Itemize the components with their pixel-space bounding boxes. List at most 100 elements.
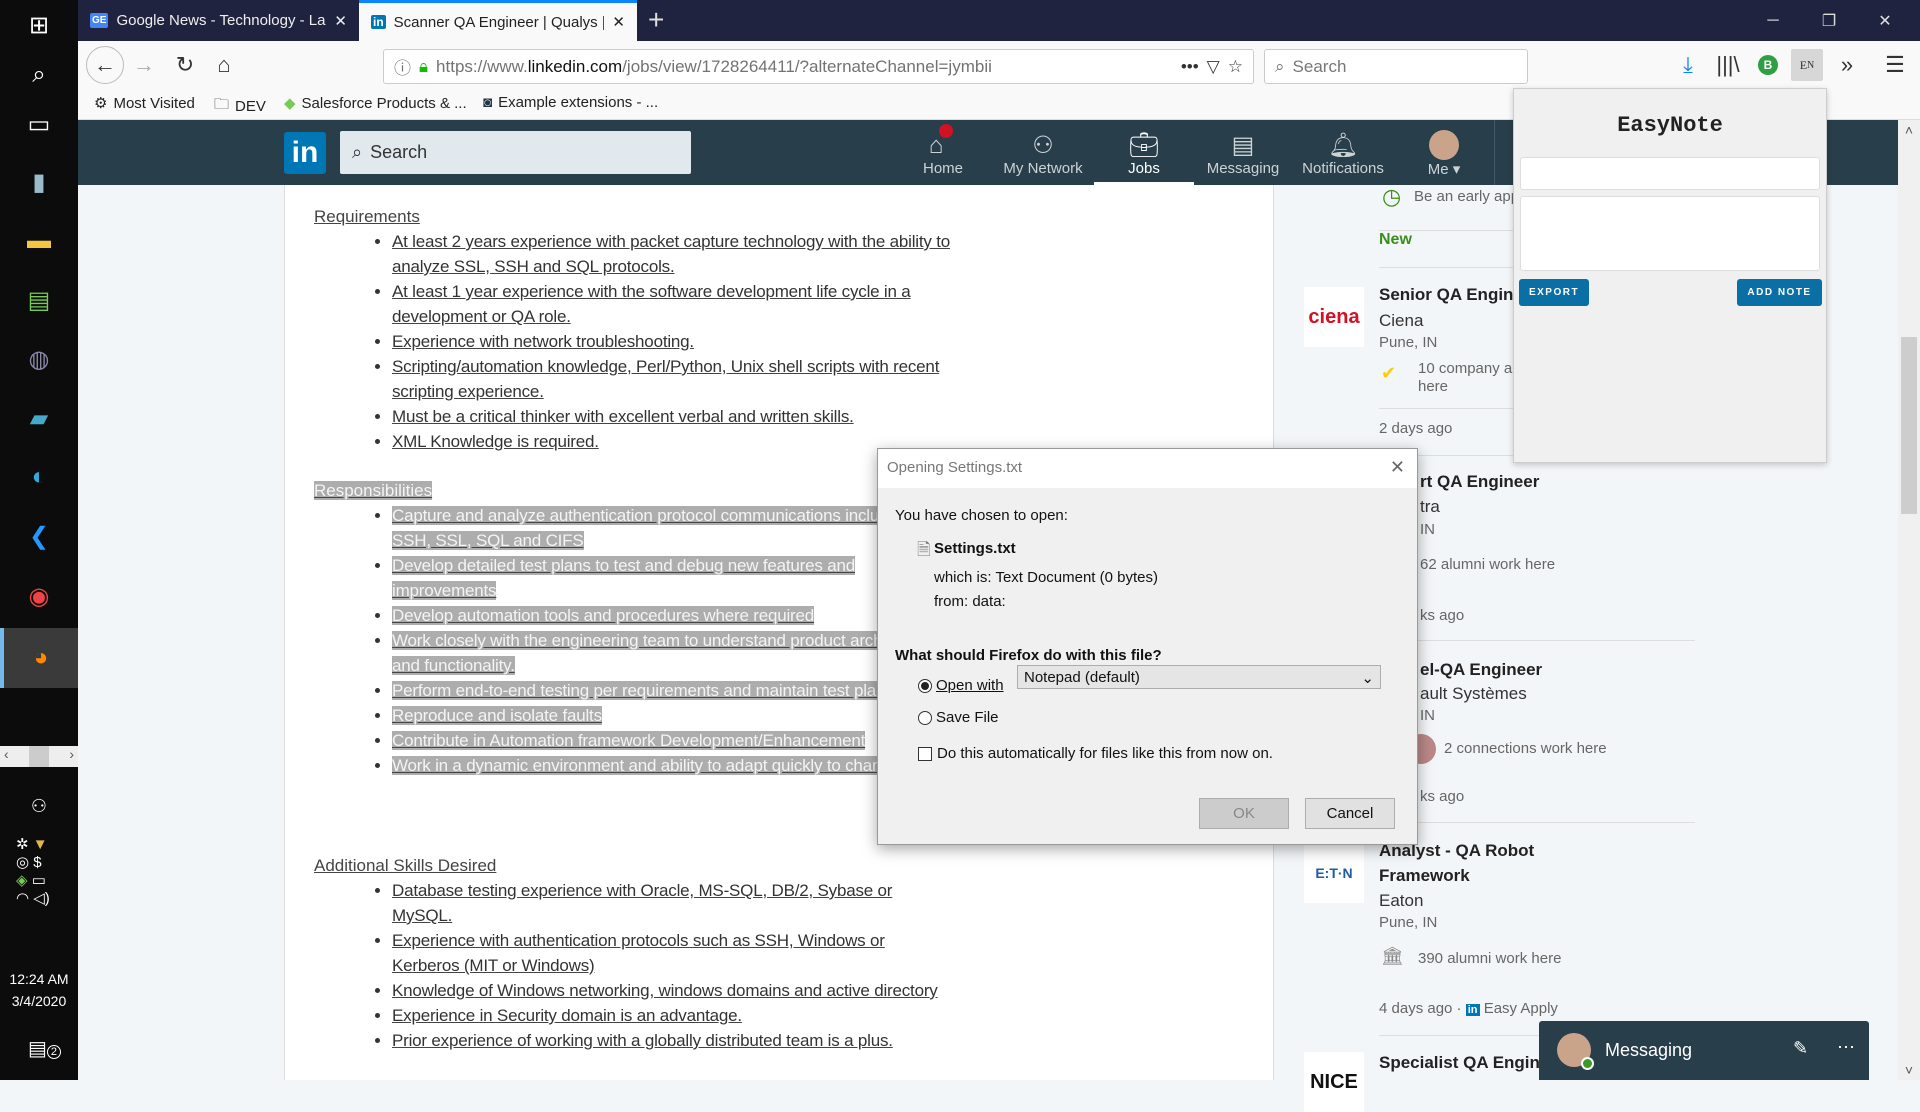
section-title: Additional Skills Desired xyxy=(314,856,497,875)
library-icon[interactable]: |||\ xyxy=(1712,49,1744,81)
chevron-down-icon: ⌄ xyxy=(1361,670,1374,687)
list-item: Database testing experience with Oracle,… xyxy=(392,878,952,928)
list-item: Capture and analyze authentication proto… xyxy=(392,503,952,553)
info-icon[interactable]: ⓘ xyxy=(394,54,411,79)
minimize-button[interactable]: ─ xyxy=(1745,0,1801,41)
overflow-menu-icon[interactable]: » xyxy=(1831,49,1863,81)
reload-button[interactable]: ↻ xyxy=(169,49,201,81)
gear-icon: ⚙ xyxy=(94,95,108,112)
taskbar-scroll[interactable]: ‹ › xyxy=(0,746,78,767)
new-tab-button[interactable]: + xyxy=(648,4,664,36)
list-item: Develop automation tools and procedures … xyxy=(392,603,952,628)
cancel-button[interactable]: Cancel xyxy=(1305,798,1395,829)
linkedin-search-input[interactable]: ⌕ Search xyxy=(340,131,691,174)
spreadsheet-app-icon[interactable]: ▤ xyxy=(21,282,57,318)
bookmark-salesforce[interactable]: ◆ Salesforce Products & ... xyxy=(284,94,467,113)
url-bar[interactable]: ⓘ 🔒︎ https://www.linkedin.com/jobs/view/… xyxy=(383,49,1254,84)
opening-file-dialog: Opening Settings.txt ✕ You have chosen t… xyxy=(877,448,1418,845)
eclipse-icon[interactable]: ◍ xyxy=(21,341,57,377)
tray-icons[interactable]: ✲ ▼ ◎ $ ◈ ▭ ◠ ◁) xyxy=(16,835,50,907)
save-file-radio[interactable]: Save File xyxy=(918,709,999,726)
restore-button[interactable]: ❐ xyxy=(1801,0,1857,41)
list-item: Perform end-to-end testing per requireme… xyxy=(392,678,952,703)
search-icon: ⌕ xyxy=(1275,56,1285,76)
tab-google-news[interactable]: GE Google News - Technology - La ✕ xyxy=(78,0,359,41)
nav-me[interactable]: Me ▾ xyxy=(1394,120,1494,185)
file-icon: 🗎︎ xyxy=(917,540,931,559)
hamburger-menu-icon[interactable]: ☰ xyxy=(1879,49,1911,81)
close-window-button[interactable]: ✕ xyxy=(1857,0,1913,41)
bookmark-most-visited[interactable]: ⚙ Most Visited xyxy=(94,94,195,113)
export-button[interactable]: EXPORT xyxy=(1519,279,1589,306)
company-logo: NICE xyxy=(1304,1052,1364,1112)
school-icon: 🏛︎ xyxy=(1381,946,1404,966)
windows-start-icon[interactable]: ⊞ xyxy=(21,7,57,43)
scrollbar-thumb[interactable] xyxy=(1901,337,1917,514)
nav-messaging[interactable]: ▤ Messaging xyxy=(1193,120,1293,185)
application-select[interactable]: Notepad (default) ⌄ xyxy=(1017,665,1381,689)
pocket-icon[interactable]: ▽ xyxy=(1207,57,1220,77)
clock[interactable]: 12:24 AM 3/4/2020 xyxy=(0,968,78,1012)
nav-home[interactable]: ⌂ Home xyxy=(893,120,993,185)
briefcase-icon: 💼︎ xyxy=(1128,132,1160,159)
easynote-extension-icon[interactable]: EN xyxy=(1791,49,1823,81)
avatar xyxy=(1557,1033,1594,1070)
chrome-icon[interactable]: ◉ xyxy=(21,578,57,614)
people-icon[interactable]: ⚇ xyxy=(21,788,57,824)
bookmark-example-extensions[interactable]: ◙ Example extensions - ... xyxy=(483,94,658,111)
list-item: Experience in Security domain is an adva… xyxy=(392,1003,952,1028)
windows-taskbar: ⊞ ⌕ ▭ ▮ ▬ ▤ ◍ ▰ ◐ ❮ ◉ ◕ ‹ › ⚇ ✲ ▼ ◎ $ ◈ ▭ ◠ … xyxy=(0,0,78,1080)
navigation-toolbar: ← → ↻ ⌂ ⓘ 🔒︎ https://www.linkedin.com/jo… xyxy=(78,41,1920,88)
list-item: Knowledge of Windows networking, windows… xyxy=(392,978,952,1003)
ok-button[interactable]: OK xyxy=(1199,798,1289,829)
firefox-icon[interactable]: ◕ xyxy=(0,628,78,688)
compose-icon[interactable]: ✎ xyxy=(1793,1038,1808,1059)
browser-search-input[interactable]: ⌕ Search xyxy=(1264,49,1528,84)
bell-icon: 🔔︎ xyxy=(1327,132,1359,159)
open-with-radio[interactable]: Open with xyxy=(918,677,1004,694)
bookmark-dev[interactable]: 🗀 DEV xyxy=(214,94,266,119)
tab-strip: GE Google News - Technology - La ✕ in Sc… xyxy=(78,0,1920,41)
add-note-button[interactable]: ADD NOTE xyxy=(1737,279,1822,306)
nav-notifications[interactable]: 🔔︎ Notifications xyxy=(1293,120,1393,185)
vscode-icon[interactable]: ❮ xyxy=(21,518,57,554)
back-button[interactable]: ← xyxy=(86,46,124,84)
list-item: Contribute in Automation framework Devel… xyxy=(392,728,952,753)
nav-jobs[interactable]: 💼︎ Jobs xyxy=(1094,120,1194,185)
bookmark-star-icon[interactable]: ☆ xyxy=(1228,57,1243,77)
downloads-icon[interactable]: ⤓ xyxy=(1672,49,1704,81)
close-tab-icon[interactable]: ✕ xyxy=(612,13,625,31)
task-view-icon[interactable]: ▭ xyxy=(21,106,57,142)
note-body-textarea[interactable] xyxy=(1520,196,1820,271)
home-button[interactable]: ⌂ xyxy=(208,49,240,81)
list-item: Develop detailed test plans to test and … xyxy=(392,553,952,603)
note-title-input[interactable] xyxy=(1520,157,1820,190)
database-app-icon[interactable]: ▮ xyxy=(21,164,57,200)
page-scrollbar[interactable]: ˄ ˅ xyxy=(1898,120,1920,1080)
people-icon: ⚇ xyxy=(1032,132,1054,159)
section-title: Responsibilities xyxy=(314,481,433,500)
list-item: Work in a dynamic environment and abilit… xyxy=(392,753,952,778)
clock-icon: ◷ xyxy=(1382,184,1402,209)
action-center-icon[interactable]: ▤ 2 xyxy=(28,1036,62,1061)
extension-b-icon[interactable]: B xyxy=(1758,55,1778,75)
nav-my-network[interactable]: ⚇ My Network xyxy=(993,120,1093,185)
list-item: Prior experience of working with a globa… xyxy=(392,1028,952,1053)
close-tab-icon[interactable]: ✕ xyxy=(334,12,347,30)
close-icon[interactable]: ✕ xyxy=(1390,457,1405,478)
linkedin-logo[interactable]: in xyxy=(284,132,326,174)
messaging-bar[interactable]: Messaging ✎ ⋯ xyxy=(1539,1021,1869,1080)
search-icon[interactable]: ⌕ xyxy=(21,57,57,93)
powershell-icon[interactable]: ▰ xyxy=(21,400,57,436)
list-item: XML Knowledge is required. xyxy=(392,429,952,454)
list-item: Must be a critical thinker with excellen… xyxy=(392,404,952,429)
page-actions-icon[interactable]: ••• xyxy=(1181,57,1199,77)
auto-checkbox[interactable]: Do this automatically for files like thi… xyxy=(918,745,1273,762)
more-options-icon[interactable]: ⋯ xyxy=(1837,1037,1855,1058)
list-item: Work closely with the engineering team t… xyxy=(392,628,952,678)
file-explorer-icon[interactable]: ▬ xyxy=(21,223,57,259)
tab-linkedin[interactable]: in Scanner QA Engineer | Qualys | ✕ xyxy=(359,0,637,41)
edge-icon[interactable]: ◐ xyxy=(21,459,57,495)
forward-button[interactable]: → xyxy=(128,49,160,81)
list-item: Experience with network troubleshooting. xyxy=(392,329,952,354)
